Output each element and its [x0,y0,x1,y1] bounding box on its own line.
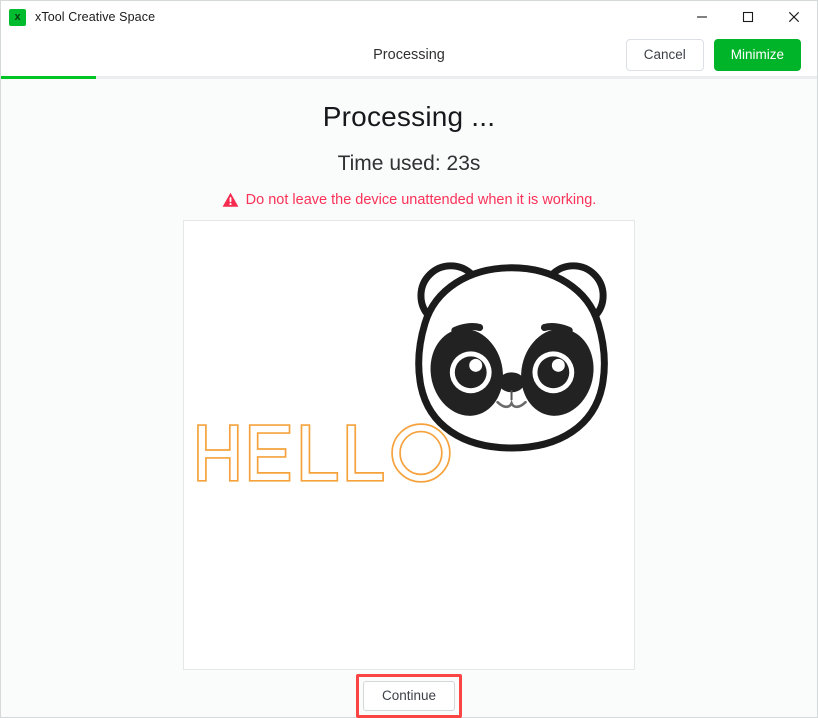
window-title: xTool Creative Space [35,10,155,24]
preview-artwork [184,221,634,669]
processing-heading: Processing ... [323,101,495,133]
content-area: Processing ... Time used: 23s Do not lea… [1,79,817,674]
warning-text: Do not leave the device unattended when … [246,192,597,208]
close-window-button[interactable] [771,1,817,33]
job-preview-panel[interactable] [183,220,635,670]
header-bar: Processing Cancel Minimize [1,33,817,76]
header-actions: Cancel Minimize [626,39,801,71]
continue-button-highlight: Continue [356,674,462,718]
panda-face-graphic [419,266,605,448]
maximize-icon [742,11,754,23]
minimize-job-button[interactable]: Minimize [714,39,801,71]
close-icon [788,11,800,23]
window-controls [679,1,817,33]
warning-triangle-icon [222,192,239,208]
warning-message: Do not leave the device unattended when … [222,192,597,208]
title-bar: x xTool Creative Space [1,1,817,33]
maximize-window-button[interactable] [725,1,771,33]
cancel-button[interactable]: Cancel [626,39,704,71]
xtool-logo-icon: x [9,9,26,26]
minimize-window-button[interactable] [679,1,725,33]
footer-area: Continue [1,674,817,717]
time-used-label: Time used: 23s [338,152,481,176]
minimize-icon [696,11,708,23]
app-window: x xTool Creative Space Processin [0,0,818,718]
continue-button[interactable]: Continue [363,681,455,711]
hello-text-graphic [198,424,450,482]
